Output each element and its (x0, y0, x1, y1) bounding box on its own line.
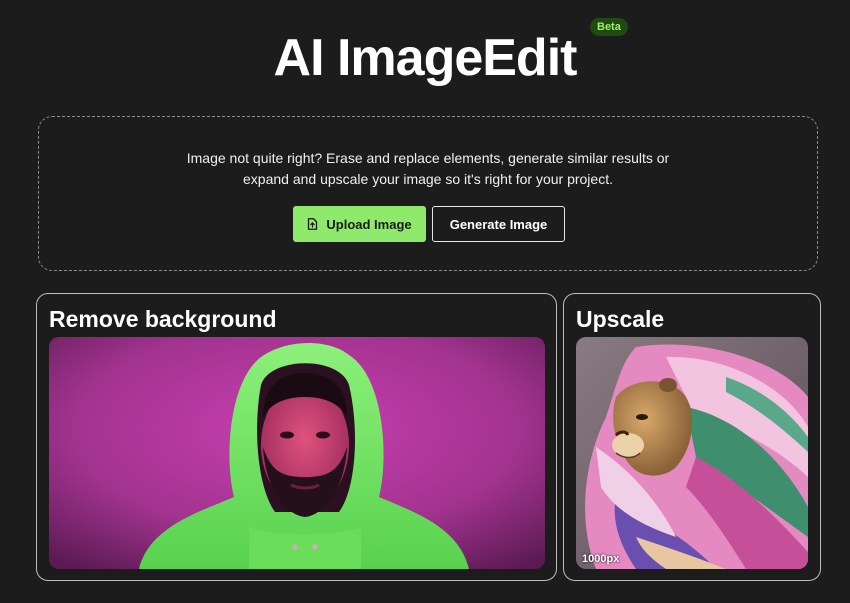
remove-background-example-image (49, 337, 545, 569)
generate-image-label: Generate Image (449, 216, 548, 232)
remove-background-title: Remove background (49, 306, 277, 332)
generate-image-button[interactable]: Generate Image (432, 206, 565, 242)
app-title: AI ImageEdit (273, 29, 578, 87)
upscale-card[interactable]: Upscale 1000px (563, 293, 821, 581)
file-upload-icon (307, 218, 318, 230)
beta-badge: Beta (590, 18, 628, 36)
description-line-2: expand and upscale your image so it's ri… (243, 171, 613, 187)
page: AI ImageEdit Beta Image not quite right?… (0, 0, 850, 603)
upload-description: Image not quite right? Erase and replace… (39, 148, 817, 190)
upload-image-label: Upload Image (326, 216, 412, 232)
upscale-size-label: 1000px (582, 553, 620, 565)
description-line-1: Image not quite right? Erase and replace… (186, 150, 670, 166)
upload-dropzone[interactable]: Image not quite right? Erase and replace… (38, 116, 818, 271)
upscale-title: Upscale (576, 306, 665, 332)
upscale-example-image: 1000px (576, 337, 808, 569)
remove-background-card[interactable]: Remove background (36, 293, 557, 581)
upload-image-button[interactable]: Upload Image (293, 206, 426, 242)
